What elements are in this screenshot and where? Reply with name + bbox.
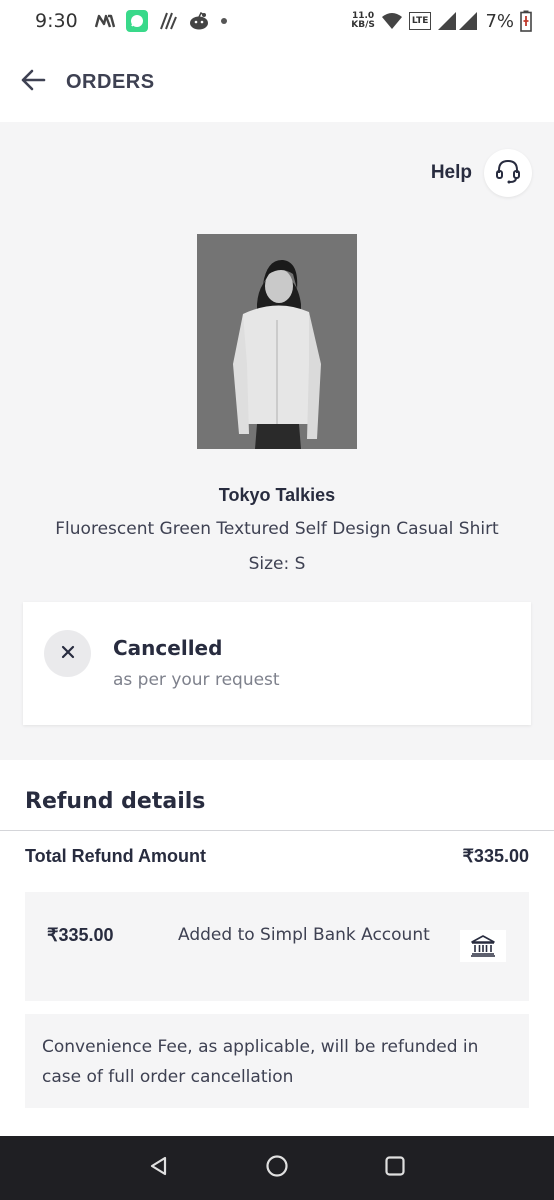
reddit-icon xyxy=(188,12,210,30)
refund-item-description: Added to Simpl Bank Account xyxy=(178,925,430,945)
convenience-fee-note: Convenience Fee, as applicable, will be … xyxy=(25,1014,529,1108)
product-image[interactable] xyxy=(197,234,357,449)
order-item-section: Help Tokyo Talkies Fluorescent Green Tex… xyxy=(0,122,554,760)
back-triangle-icon xyxy=(148,1155,170,1181)
refund-details-section: Refund details Total Refund Amount ₹335.… xyxy=(0,760,554,1136)
wifi-icon xyxy=(381,12,403,30)
network-speed: 11.0 KB/S xyxy=(351,12,375,30)
network-speed-unit: KB/S xyxy=(351,20,375,30)
app-bar: ORDERS xyxy=(0,42,554,122)
battery-icon xyxy=(520,10,532,32)
close-icon xyxy=(61,644,75,663)
arrow-left-icon xyxy=(20,69,46,95)
dot-icon xyxy=(220,17,228,25)
myntra-icon xyxy=(94,13,116,29)
status-icon-badge xyxy=(44,630,91,677)
nav-home-button[interactable] xyxy=(255,1146,299,1190)
lte-label: LTE xyxy=(411,16,429,26)
nav-recents-button[interactable] xyxy=(373,1146,417,1190)
recents-square-icon xyxy=(384,1155,406,1181)
headset-icon xyxy=(494,157,522,189)
battery-percent: 7% xyxy=(485,10,514,32)
lte-icon: LTE xyxy=(408,12,432,30)
total-refund-amount: ₹335.00 xyxy=(462,846,529,866)
status-right: 11.0 KB/S LTE 7% xyxy=(351,10,532,32)
status-bar: 9:30 11.0 KB/S LTE 7% xyxy=(0,0,554,42)
status-title: Cancelled xyxy=(113,636,223,660)
help-button[interactable] xyxy=(484,149,532,197)
bank-icon xyxy=(460,930,506,962)
product-name: Fluorescent Green Textured Self Design C… xyxy=(55,519,499,539)
refund-item: ₹335.00 Added to Simpl Bank Account xyxy=(25,892,529,1001)
help-link[interactable]: Help xyxy=(431,149,532,197)
nav-back-button[interactable] xyxy=(137,1146,181,1190)
signal-icon xyxy=(437,11,479,31)
notes-app-icon xyxy=(158,11,178,31)
refund-item-amount: ₹335.00 xyxy=(47,925,114,945)
system-nav-bar xyxy=(0,1136,554,1200)
product-brand: Tokyo Talkies xyxy=(218,485,336,505)
refund-title: Refund details xyxy=(25,789,206,814)
total-refund-label: Total Refund Amount xyxy=(25,846,206,866)
home-circle-icon xyxy=(265,1154,289,1182)
back-button[interactable] xyxy=(2,42,64,122)
page-title: ORDERS xyxy=(66,70,155,93)
product-size: Size: S xyxy=(248,554,306,574)
divider xyxy=(0,830,554,831)
help-label[interactable]: Help xyxy=(431,162,472,184)
order-status-card: Cancelled as per your request xyxy=(23,602,531,725)
status-time: 9:30 xyxy=(35,10,78,32)
status-left: 9:30 xyxy=(35,10,228,32)
chat-app-icon xyxy=(125,10,148,32)
status-subtitle: as per your request xyxy=(113,670,280,690)
